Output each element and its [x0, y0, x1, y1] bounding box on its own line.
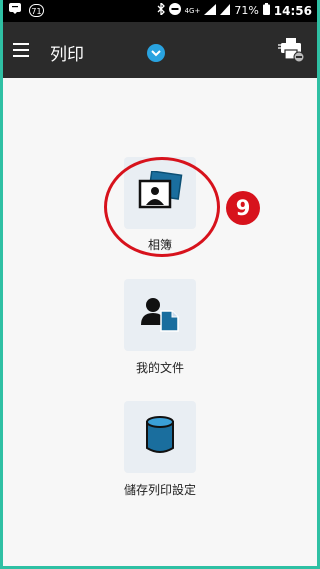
hamburger-menu-icon[interactable] — [13, 43, 29, 57]
chevron-down-icon[interactable] — [147, 44, 165, 62]
printer-status-icon[interactable] — [277, 36, 305, 64]
battery-percent: 71% — [234, 4, 259, 17]
clock: 14:56 — [273, 3, 312, 18]
app-frame: 71 4G+ 71% 14:56 列印 相簿 我的文件 儲存列印設定 9 — [3, 0, 317, 566]
do-not-disturb-icon — [168, 3, 181, 18]
database-icon — [145, 415, 175, 459]
battery-icon — [262, 3, 270, 18]
network-label: 4G+ — [184, 6, 201, 15]
document-person-icon — [139, 293, 181, 337]
signal-icon-2 — [220, 3, 231, 18]
saved-settings-tile[interactable] — [124, 401, 196, 473]
notification-count-badge: 71 — [29, 3, 44, 17]
bluetooth-icon — [157, 1, 165, 18]
saved-settings-label[interactable]: 儲存列印設定 — [100, 481, 220, 498]
page-title: 列印 — [50, 45, 84, 65]
app-bar: 列印 — [3, 22, 317, 78]
notification-icon — [9, 3, 21, 17]
signal-icon — [204, 3, 217, 18]
annotation-circle — [104, 157, 220, 257]
my-documents-label[interactable]: 我的文件 — [100, 359, 220, 376]
status-bar: 71 4G+ 71% 14:56 — [3, 0, 317, 22]
annotation-step-badge: 9 — [226, 191, 260, 225]
my-documents-tile[interactable] — [124, 279, 196, 351]
